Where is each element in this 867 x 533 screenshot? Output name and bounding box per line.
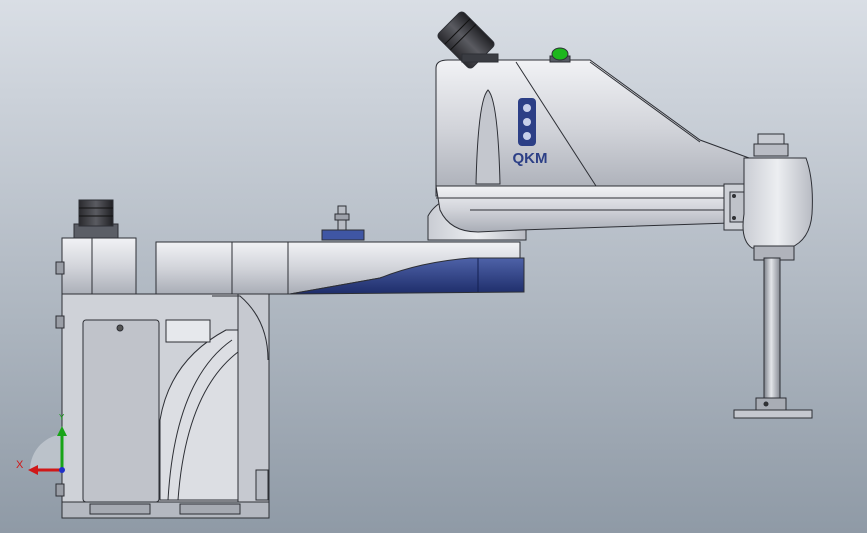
status-light-icon bbox=[551, 47, 569, 61]
brand-logo-icon bbox=[518, 98, 536, 146]
base-access-door[interactable] bbox=[82, 319, 160, 503]
base-port-2[interactable] bbox=[55, 315, 65, 329]
base-top-flange bbox=[61, 237, 137, 297]
base-connector-upper bbox=[78, 199, 114, 227]
base-port-1[interactable] bbox=[55, 261, 65, 275]
brand-label: QKM bbox=[513, 150, 548, 167]
triad-z-origin bbox=[59, 467, 65, 473]
cad-viewport[interactable]: QKM X Y bbox=[0, 0, 867, 533]
door-screw-icon bbox=[116, 324, 124, 332]
base-port-3[interactable] bbox=[55, 483, 65, 497]
joint3-housing bbox=[742, 157, 813, 249]
base-top-pad bbox=[165, 319, 211, 343]
scara-robot-model[interactable]: QKM X Y bbox=[0, 0, 867, 533]
ball-screw-shaft bbox=[763, 257, 781, 401]
tool-flange bbox=[733, 409, 813, 419]
triad-x-label: X bbox=[16, 459, 24, 471]
arm1-nameplate bbox=[321, 229, 365, 241]
triad-y-label: Y bbox=[59, 413, 65, 422]
quill-top-cap bbox=[757, 133, 785, 145]
